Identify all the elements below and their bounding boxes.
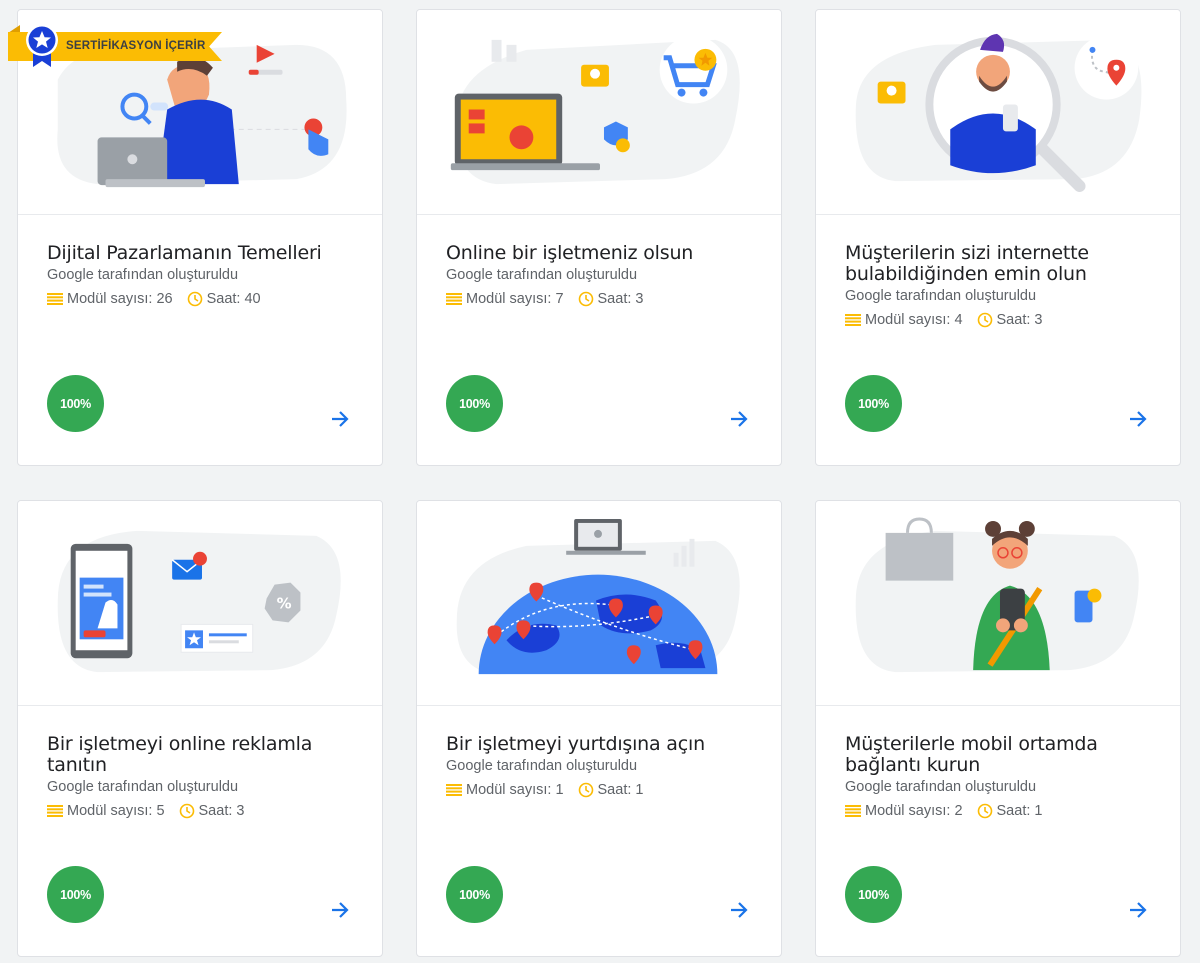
arrow-right-icon[interactable] — [1126, 407, 1150, 431]
course-card[interactable]: Müşterilerin sizi internette bulabildiği… — [815, 9, 1181, 466]
course-author: Google tarafından oluşturuldu — [47, 267, 239, 283]
list-icon — [446, 293, 462, 305]
course-card[interactable]: % Bir işletmeyi online reklamla tanıtın … — [17, 500, 383, 957]
module-count-label: Modül sayısı: 26 — [67, 291, 173, 307]
progress-badge: 100% — [47, 866, 104, 923]
course-title: Bir işletmeyi online reklamla tanıtın — [47, 733, 313, 776]
module-count: Modül sayısı: 26 — [47, 291, 173, 307]
progress-badge: 100% — [47, 375, 104, 432]
arrow-right-icon[interactable] — [727, 898, 751, 922]
hour-count-label: Saat: 1 — [597, 782, 644, 798]
course-meta: Modül sayısı: 26 Saat: 40 — [47, 291, 362, 307]
hour-count-label: Saat: 3 — [198, 803, 245, 819]
hour-count-label: Saat: 40 — [206, 291, 261, 307]
arrow-right-icon[interactable] — [1126, 898, 1150, 922]
progress-badge: 100% — [845, 375, 902, 432]
course-author: Google tarafından oluşturuldu — [446, 758, 638, 774]
svg-text:%: % — [277, 594, 292, 612]
course-illustration — [417, 501, 781, 706]
course-author: Google tarafından oluşturuldu — [845, 779, 1037, 795]
course-illustration: % — [18, 501, 382, 706]
course-meta: Modül sayısı: 5 Saat: 3 — [47, 803, 362, 819]
hour-count: Saat: 3 — [179, 803, 245, 819]
hour-count-label: Saat: 3 — [597, 291, 644, 307]
course-meta: Modül sayısı: 7 Saat: 3 — [446, 291, 761, 307]
clock-icon — [179, 803, 194, 819]
course-card[interactable]: Dijital Pazarlamanın Temelleri Google ta… — [17, 9, 383, 466]
hour-count-label: Saat: 1 — [996, 803, 1043, 819]
course-author: Google tarafından oluşturuldu — [47, 779, 239, 795]
hour-count: Saat: 3 — [578, 291, 644, 307]
course-author: Google tarafından oluşturuldu — [446, 267, 638, 283]
course-card[interactable]: Online bir işletmeniz olsun Google taraf… — [416, 9, 782, 466]
list-icon — [446, 784, 462, 796]
course-card[interactable]: Müşterilerle mobil ortamda bağlantı kuru… — [815, 500, 1181, 957]
course-illustration — [816, 10, 1180, 215]
list-icon — [845, 805, 861, 817]
course-author: Google tarafından oluşturuldu — [845, 288, 1037, 304]
progress-badge: 100% — [845, 866, 902, 923]
course-title: Dijital Pazarlamanın Temelleri — [47, 242, 322, 264]
course-title: Müşterilerle mobil ortamda bağlantı kuru… — [845, 733, 1098, 776]
hour-count: Saat: 3 — [977, 312, 1043, 328]
clock-icon — [578, 782, 593, 798]
hour-count: Saat: 1 — [578, 782, 644, 798]
course-card[interactable]: Bir işletmeyi yurtdışına açın Google tar… — [416, 500, 782, 957]
module-count-label: Modül sayısı: 4 — [865, 312, 963, 328]
arrow-right-icon[interactable] — [328, 898, 352, 922]
hour-count-label: Saat: 3 — [996, 312, 1043, 328]
module-count-label: Modül sayısı: 7 — [466, 291, 564, 307]
clock-icon — [578, 291, 593, 307]
hour-count: Saat: 40 — [187, 291, 261, 307]
clock-icon — [977, 803, 992, 819]
certification-label: SERTİFİKASYON İÇERİR — [66, 40, 206, 52]
clock-icon — [187, 291, 202, 307]
module-count-label: Modül sayısı: 1 — [466, 782, 564, 798]
module-count: Modül sayısı: 1 — [446, 782, 564, 798]
list-icon — [47, 805, 63, 817]
medal-icon — [26, 24, 58, 67]
list-icon — [47, 293, 63, 305]
progress-badge: 100% — [446, 866, 503, 923]
module-count: Modül sayısı: 5 — [47, 803, 165, 819]
module-count: Modül sayısı: 2 — [845, 803, 963, 819]
course-title: Bir işletmeyi yurtdışına açın — [446, 733, 705, 755]
arrow-right-icon[interactable] — [727, 407, 751, 431]
list-icon — [845, 314, 861, 326]
hour-count: Saat: 1 — [977, 803, 1043, 819]
module-count: Modül sayısı: 4 — [845, 312, 963, 328]
course-illustration — [816, 501, 1180, 706]
certification-badge: SERTİFİKASYON İÇERİR — [0, 0, 230, 70]
clock-icon — [977, 312, 992, 328]
module-count-label: Modül sayısı: 5 — [67, 803, 165, 819]
course-meta: Modül sayısı: 2 Saat: 1 — [845, 803, 1160, 819]
arrow-right-icon[interactable] — [328, 407, 352, 431]
course-title: Online bir işletmeniz olsun — [446, 242, 694, 264]
module-count: Modül sayısı: 7 — [446, 291, 564, 307]
course-meta: Modül sayısı: 4 Saat: 3 — [845, 312, 1160, 328]
course-illustration — [417, 10, 781, 215]
course-meta: Modül sayısı: 1 Saat: 1 — [446, 782, 761, 798]
module-count-label: Modül sayısı: 2 — [865, 803, 963, 819]
course-title: Müşterilerin sizi internette bulabildiği… — [845, 242, 1089, 285]
progress-badge: 100% — [446, 375, 503, 432]
